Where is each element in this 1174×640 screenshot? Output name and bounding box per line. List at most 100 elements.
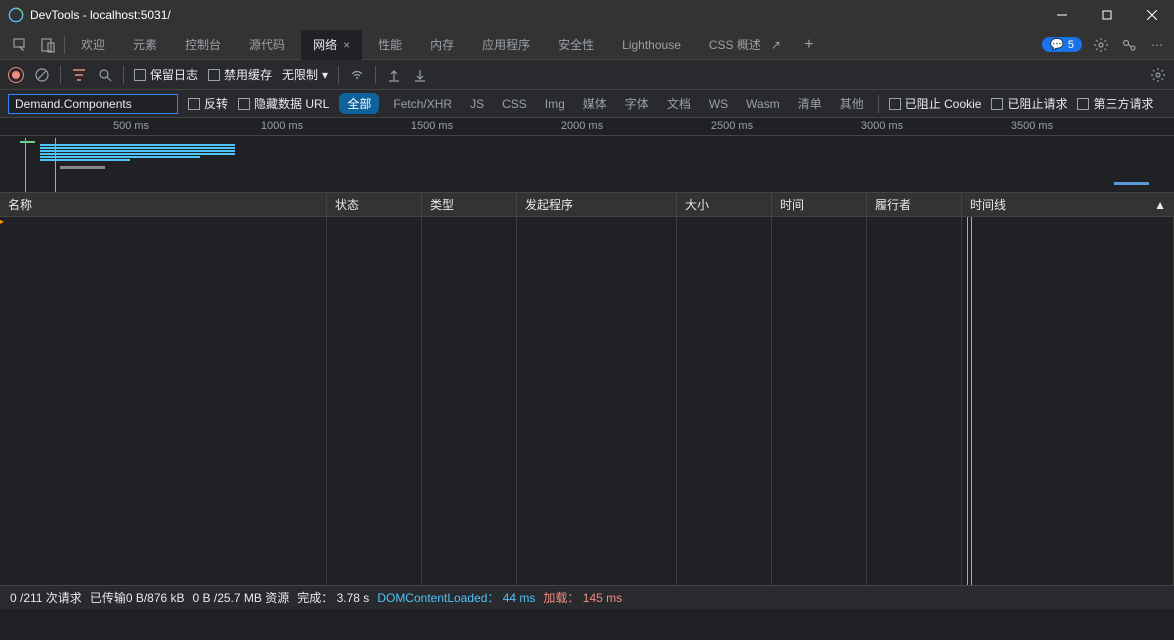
more-icon[interactable]: ⋯ (1148, 38, 1166, 52)
col-status[interactable]: 状态 (327, 193, 422, 216)
network-table-body: ▸ (0, 217, 1174, 585)
filter-css[interactable]: CSS (498, 95, 531, 113)
close-tab-icon[interactable]: × (343, 38, 350, 52)
status-requests: 0 /211 次请求 (10, 589, 82, 606)
tab-network[interactable]: 网络× (301, 30, 362, 60)
timeline-overview[interactable]: 500 ms 1000 ms 1500 ms 2000 ms 2500 ms 3… (0, 118, 1174, 193)
tab-css-overview[interactable]: CSS 概述↗ (697, 30, 793, 60)
hide-data-url-checkbox[interactable]: 隐藏数据 URL (238, 95, 329, 112)
ruler-tick: 3500 ms (1011, 120, 1053, 132)
tab-welcome[interactable]: 欢迎 (69, 30, 117, 60)
titlebar: DevTools - localhost:5031/ (0, 0, 1174, 30)
feedback-icon[interactable] (1120, 37, 1138, 53)
inspect-icon[interactable] (8, 33, 32, 57)
invert-checkbox[interactable]: 反转 (188, 95, 228, 112)
status-dom: DOMContentLoaded： 44 ms (377, 589, 535, 606)
network-settings-icon[interactable] (1150, 67, 1166, 83)
filter-input[interactable] (8, 94, 178, 114)
minimize-button[interactable] (1039, 0, 1084, 30)
filter-media[interactable]: 媒体 (579, 93, 611, 114)
clear-icon[interactable] (34, 68, 50, 82)
tab-elements[interactable]: 元素 (121, 30, 169, 60)
blocked-requests-checkbox[interactable]: 已阻止请求 (991, 95, 1067, 112)
main-tabs: 欢迎 元素 控制台 源代码 网络× 性能 内存 应用程序 安全性 Lightho… (0, 30, 1174, 60)
wifi-icon[interactable] (349, 68, 365, 82)
row-marker-icon: ▸ (0, 217, 4, 226)
ruler-tick: 500 ms (113, 120, 149, 132)
preserve-log-checkbox[interactable]: 保留日志 (134, 66, 198, 83)
settings-icon[interactable] (1092, 37, 1110, 53)
filter-other[interactable]: 其他 (836, 93, 868, 114)
filter-js[interactable]: JS (466, 95, 488, 113)
record-button[interactable] (8, 67, 24, 83)
col-fulfilled-by[interactable]: 履行者 (867, 193, 962, 216)
tab-application[interactable]: 应用程序 (470, 30, 542, 60)
maximize-button[interactable] (1084, 0, 1129, 30)
upload-icon[interactable] (386, 68, 402, 82)
table-column (517, 217, 677, 585)
window-title: DevTools - localhost:5031/ (30, 8, 171, 22)
ruler-tick: 3000 ms (861, 120, 903, 132)
download-icon[interactable] (412, 68, 428, 82)
filter-wasm[interactable]: Wasm (742, 95, 784, 113)
filter-toggle-icon[interactable] (71, 68, 87, 82)
timeline-bar (40, 147, 235, 149)
timeline-bar (40, 150, 235, 152)
search-icon[interactable] (97, 68, 113, 82)
col-size[interactable]: 大小 (677, 193, 772, 216)
third-party-checkbox[interactable]: 第三方请求 (1077, 95, 1153, 112)
close-button[interactable] (1129, 0, 1174, 30)
tab-console[interactable]: 控制台 (173, 30, 233, 60)
tab-sources[interactable]: 源代码 (237, 30, 297, 60)
filter-all[interactable]: 全部 (339, 93, 379, 114)
waterfall-column (962, 217, 1174, 585)
filter-ws[interactable]: WS (705, 95, 732, 113)
status-transferred: 已传输0 B/876 kB (90, 589, 185, 606)
table-column (0, 217, 327, 585)
timeline-bar (40, 156, 200, 158)
network-toolbar: 保留日志 禁用缓存 无限制▾ (0, 60, 1174, 90)
col-name[interactable]: 名称 (0, 193, 327, 216)
tab-lighthouse[interactable]: Lighthouse (610, 30, 693, 60)
timeline-bar (40, 153, 235, 155)
status-bar: 0 /211 次请求 已传输0 B/876 kB 0 B /25.7 MB 资源… (0, 585, 1174, 609)
filter-font[interactable]: 字体 (621, 93, 653, 114)
waterfall-load-line (971, 217, 972, 585)
table-column (772, 217, 867, 585)
timeline-ruler: 500 ms 1000 ms 1500 ms 2000 ms 2500 ms 3… (0, 118, 1174, 136)
tab-memory[interactable]: 内存 (418, 30, 466, 60)
table-column (867, 217, 962, 585)
timeline-bar (40, 159, 130, 161)
status-resources: 0 B /25.7 MB 资源 (193, 589, 290, 606)
filter-row: 反转 隐藏数据 URL 全部 Fetch/XHR JS CSS Img 媒体 字… (0, 90, 1174, 118)
network-table-header: 名称 状态 类型 发起程序 大小 时间 履行者 时间线▲ (0, 193, 1174, 217)
throttle-select[interactable]: 无限制▾ (282, 66, 328, 83)
waterfall-dom-line (967, 217, 968, 585)
dom-content-loaded-line (25, 138, 26, 192)
blocked-cookies-checkbox[interactable]: 已阻止 Cookie (889, 95, 982, 112)
col-time[interactable]: 时间 (772, 193, 867, 216)
status-finish: 完成： 3.78 s (297, 589, 369, 606)
tab-performance[interactable]: 性能 (366, 30, 414, 60)
disable-cache-checkbox[interactable]: 禁用缓存 (208, 66, 272, 83)
issues-badge[interactable]: 💬5 (1042, 37, 1082, 52)
filter-fetch-xhr[interactable]: Fetch/XHR (389, 95, 456, 113)
timeline-bars (0, 138, 1174, 192)
col-type[interactable]: 类型 (422, 193, 517, 216)
timeline-bar (40, 144, 235, 146)
filter-img[interactable]: Img (541, 95, 569, 113)
chevron-down-icon: ▾ (322, 68, 328, 82)
tab-security[interactable]: 安全性 (546, 30, 606, 60)
add-tab-icon[interactable]: + (797, 33, 821, 57)
filter-manifest[interactable]: 清单 (794, 93, 826, 114)
timeline-bar (60, 166, 105, 169)
message-icon: 💬 (1050, 38, 1064, 51)
device-icon[interactable] (36, 33, 60, 57)
ruler-tick: 1000 ms (261, 120, 303, 132)
table-column (422, 217, 517, 585)
col-waterfall[interactable]: 时间线▲ (962, 193, 1174, 216)
filter-doc[interactable]: 文档 (663, 93, 695, 114)
sort-asc-icon: ▲ (1154, 198, 1166, 212)
col-initiator[interactable]: 发起程序 (517, 193, 677, 216)
ruler-tick: 1500 ms (411, 120, 453, 132)
